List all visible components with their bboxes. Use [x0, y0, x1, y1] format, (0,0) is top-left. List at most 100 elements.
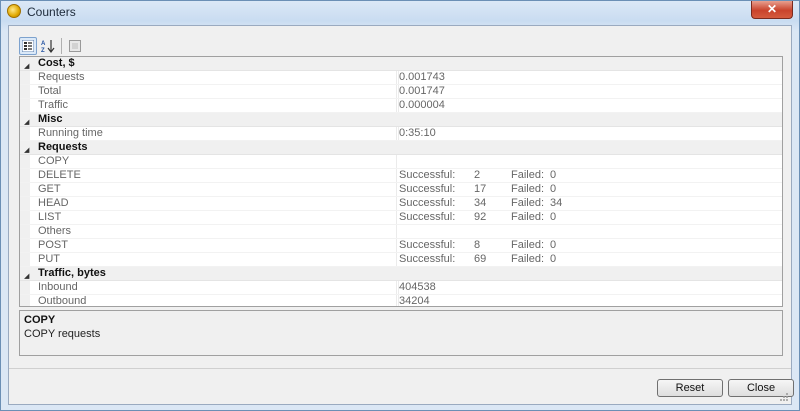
failed-count: 0: [550, 183, 557, 195]
property-name: Others: [38, 225, 72, 237]
failed-label: Failed:: [511, 183, 545, 195]
description-pane: COPY COPY requests: [19, 310, 783, 356]
property-row[interactable]: COPY: [20, 155, 782, 169]
resize-grip-icon[interactable]: [779, 392, 789, 402]
row-gutter: [20, 127, 30, 140]
property-pages-icon: [69, 40, 81, 52]
property-name: COPY: [38, 155, 70, 167]
row-gutter: [20, 197, 30, 210]
svg-text:Z: Z: [41, 48, 45, 53]
category-row[interactable]: ◢ Cost, $: [20, 57, 782, 71]
property-name: Running time: [38, 127, 103, 139]
failed-label: Failed:: [511, 197, 545, 209]
property-row[interactable]: Running time 0:35:10: [20, 127, 782, 141]
property-name: DELETE: [38, 169, 81, 181]
window-close-button[interactable]: ✕: [751, 1, 793, 19]
alphabetical-view-button[interactable]: A Z: [39, 37, 57, 55]
property-value: 0.000004: [398, 99, 445, 112]
category-row[interactable]: ◢ Misc: [20, 113, 782, 127]
property-row[interactable]: HEAD Successful: 34 Failed: 34: [20, 197, 782, 211]
property-value: 0:35:10: [398, 127, 436, 140]
property-value: 0.001743: [398, 71, 445, 84]
successful-label: Successful:: [399, 211, 456, 223]
dialog-body: A Z ◢ Cost, $ Requests 0.001743 Total 0.00174…: [8, 25, 794, 405]
successful-label: Successful:: [399, 253, 456, 265]
footer-divider: [9, 368, 791, 369]
row-gutter: [20, 71, 30, 84]
property-row[interactable]: PUT Successful: 69 Failed: 0: [20, 253, 782, 267]
property-name: Inbound: [38, 281, 78, 293]
failed-count: 0: [550, 253, 557, 265]
window-title: Counters: [27, 5, 76, 19]
successful-count: 8: [474, 239, 481, 251]
property-value: 0.001747: [398, 85, 445, 98]
category-name: Traffic, bytes: [38, 267, 106, 279]
failed-label: Failed:: [511, 253, 545, 265]
property-row[interactable]: Inbound 404538: [20, 281, 782, 295]
property-name: POST: [38, 239, 68, 251]
successful-count: 17: [474, 183, 487, 195]
row-gutter: [20, 99, 30, 112]
title-bar[interactable]: Counters ✕: [1, 1, 799, 23]
property-name: Requests: [38, 71, 85, 83]
property-row[interactable]: Others: [20, 225, 782, 239]
property-name: HEAD: [38, 197, 69, 209]
sort-az-icon: A Z: [41, 40, 55, 53]
row-gutter: [20, 85, 30, 98]
category-name: Requests: [38, 141, 88, 153]
property-row[interactable]: LIST Successful: 92 Failed: 0: [20, 211, 782, 225]
counters-window: Counters ✕ A Z ◢ Cost, $ Requests 0.0017…: [0, 0, 800, 411]
property-row[interactable]: GET Successful: 17 Failed: 0: [20, 183, 782, 197]
failed-label: Failed:: [511, 169, 545, 181]
app-icon: [7, 4, 21, 18]
property-value: 34204: [398, 295, 430, 307]
failed-label: Failed:: [511, 211, 545, 223]
property-row[interactable]: Outbound 34204: [20, 295, 782, 307]
property-row[interactable]: DELETE Successful: 2 Failed: 0: [20, 169, 782, 183]
row-gutter: [20, 239, 30, 252]
failed-count: 0: [550, 239, 557, 251]
property-name: GET: [38, 183, 61, 195]
property-grid-toolbar: A Z: [19, 36, 86, 56]
row-gutter: [20, 225, 30, 238]
successful-count: 69: [474, 253, 487, 265]
description-text: COPY requests: [24, 328, 101, 340]
row-gutter: [20, 253, 30, 266]
successful-label: Successful:: [399, 183, 456, 195]
property-row[interactable]: Total 0.001747: [20, 85, 782, 99]
failed-count: 0: [550, 169, 557, 181]
property-name: Traffic: [38, 99, 68, 111]
failed-count: 0: [550, 211, 557, 223]
category-name: Cost, $: [38, 57, 75, 69]
row-gutter: [20, 183, 30, 196]
property-name: PUT: [38, 253, 60, 265]
row-gutter: [20, 281, 30, 294]
property-row[interactable]: Traffic 0.000004: [20, 99, 782, 113]
row-gutter: [20, 155, 30, 168]
successful-label: Successful:: [399, 169, 456, 181]
row-gutter: [20, 169, 30, 182]
reset-button[interactable]: Reset: [657, 379, 723, 397]
category-row[interactable]: ◢ Requests: [20, 141, 782, 155]
property-value: 404538: [398, 281, 436, 294]
property-row[interactable]: Requests 0.001743: [20, 71, 782, 85]
category-row[interactable]: ◢ Traffic, bytes: [20, 267, 782, 281]
property-name: Outbound: [38, 295, 87, 307]
category-name: Misc: [38, 113, 63, 125]
row-gutter: [20, 211, 30, 224]
successful-count: 34: [474, 197, 487, 209]
successful-label: Successful:: [399, 239, 456, 251]
successful-label: Successful:: [399, 197, 456, 209]
categorized-view-button[interactable]: [19, 37, 37, 55]
failed-label: Failed:: [511, 239, 545, 251]
toolbar-separator: [61, 38, 62, 54]
property-grid[interactable]: ◢ Cost, $ Requests 0.001743 Total 0.001747 Tra…: [19, 56, 783, 307]
property-name: LIST: [38, 211, 62, 223]
property-pages-button[interactable]: [66, 37, 84, 55]
svg-text:A: A: [41, 41, 46, 47]
successful-count: 2: [474, 169, 481, 181]
property-row[interactable]: POST Successful: 8 Failed: 0: [20, 239, 782, 253]
categorized-icon: [22, 40, 34, 52]
description-title: COPY: [24, 314, 56, 326]
successful-count: 92: [474, 211, 487, 223]
